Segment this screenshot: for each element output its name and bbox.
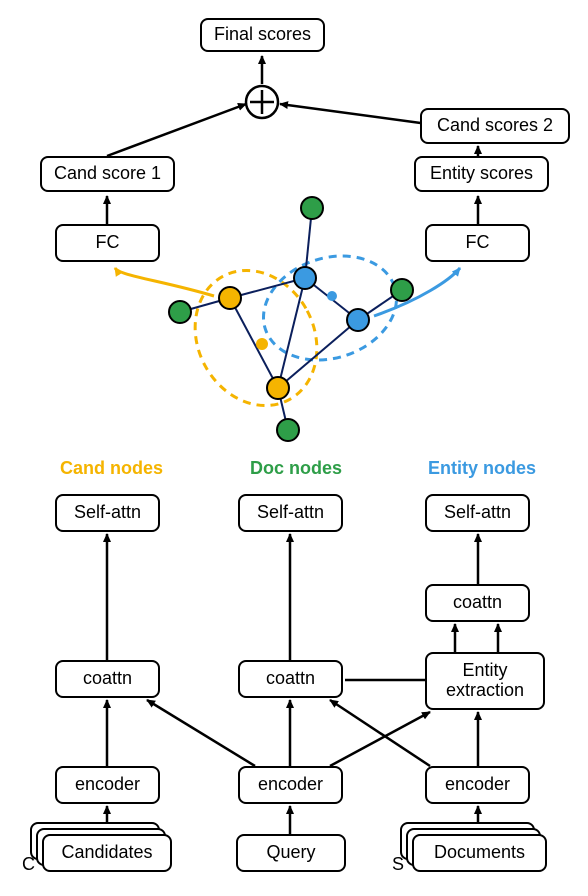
coattn-left-box: coattn bbox=[55, 660, 160, 698]
documents-label: Documents bbox=[434, 843, 525, 863]
self-attn-mid-box: Self-attn bbox=[238, 494, 343, 532]
self-attn-right-label: Self-attn bbox=[444, 503, 511, 523]
stack-letter-c: C bbox=[22, 854, 35, 875]
final-scores-box: Final scores bbox=[200, 18, 325, 52]
self-attn-mid-label: Self-attn bbox=[257, 503, 324, 523]
encoder-left-box: encoder bbox=[55, 766, 160, 804]
self-attn-left-box: Self-attn bbox=[55, 494, 160, 532]
fc-left-label: FC bbox=[96, 233, 120, 253]
entity-nodes-label: Entity nodes bbox=[428, 458, 536, 479]
coattn-right-label: coattn bbox=[453, 593, 502, 613]
entity-scores-box: Entity scores bbox=[414, 156, 549, 192]
coattn-mid-box: coattn bbox=[238, 660, 343, 698]
fc-left-box: FC bbox=[55, 224, 160, 262]
encoder-left-label: encoder bbox=[75, 775, 140, 795]
entity-extraction-box: Entity extraction bbox=[425, 652, 545, 710]
cand-score-1-label: Cand score 1 bbox=[54, 164, 161, 184]
encoder-right-label: encoder bbox=[445, 775, 510, 795]
query-label: Query bbox=[266, 843, 315, 863]
self-attn-left-label: Self-attn bbox=[74, 503, 141, 523]
self-attn-right-box: Self-attn bbox=[425, 494, 530, 532]
candidates-box: Candidates bbox=[42, 834, 172, 872]
coattn-right-box: coattn bbox=[425, 584, 530, 622]
doc-nodes-label: Doc nodes bbox=[250, 458, 342, 479]
entity-scores-label: Entity scores bbox=[430, 164, 533, 184]
encoder-mid-label: encoder bbox=[258, 775, 323, 795]
cand-nodes-label: Cand nodes bbox=[60, 458, 163, 479]
fc-right-label: FC bbox=[466, 233, 490, 253]
coattn-mid-label: coattn bbox=[266, 669, 315, 689]
cand-scores-2-box: Cand scores 2 bbox=[420, 108, 570, 144]
cand-scores-2-label: Cand scores 2 bbox=[437, 116, 553, 136]
coattn-left-label: coattn bbox=[83, 669, 132, 689]
fc-right-box: FC bbox=[425, 224, 530, 262]
stack-letter-s: S bbox=[392, 854, 404, 875]
circled-plus-icon bbox=[246, 86, 278, 118]
cand-score-1-box: Cand score 1 bbox=[40, 156, 175, 192]
documents-box: Documents bbox=[412, 834, 547, 872]
encoder-mid-box: encoder bbox=[238, 766, 343, 804]
diagram-stage: Final scores Cand score 1 Cand scores 2 … bbox=[0, 0, 588, 896]
encoder-right-box: encoder bbox=[425, 766, 530, 804]
query-box: Query bbox=[236, 834, 346, 872]
entity-extraction-label: Entity extraction bbox=[433, 661, 537, 701]
final-scores-label: Final scores bbox=[214, 25, 311, 45]
candidates-label: Candidates bbox=[61, 843, 152, 863]
